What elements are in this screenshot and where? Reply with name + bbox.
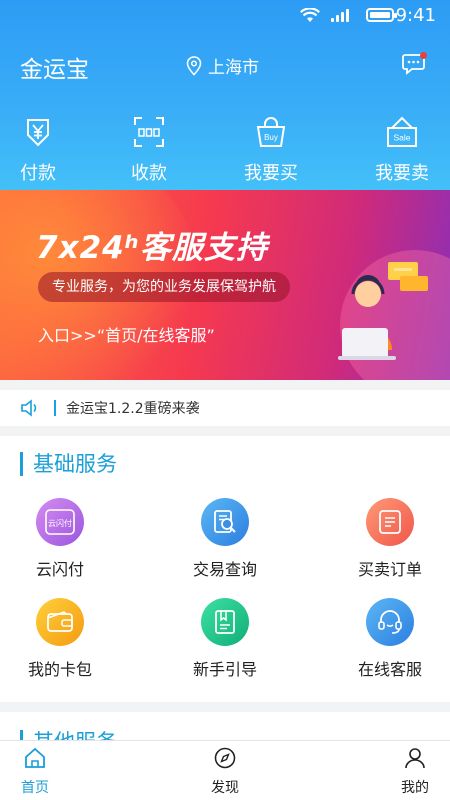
location-label: 上海市 (208, 58, 259, 78)
buy-button[interactable]: Buy 我要买 (231, 115, 311, 185)
service-label: 我的卡包 (27, 660, 92, 679)
tab-home[interactable]: 首页 (0, 747, 70, 797)
service-label: 交易查询 (192, 560, 257, 579)
status-bar: 9:41 (0, 0, 450, 32)
wifi-icon (300, 8, 320, 22)
bottom-tab-bar: 首页 发现 我的 (0, 740, 450, 800)
shopping-bag-icon: Buy (256, 117, 286, 147)
app-title: 金运宝 (20, 57, 89, 83)
customer-service-agent-illustration (338, 262, 428, 360)
location-selector[interactable]: 上海市 (186, 53, 259, 78)
receive-label: 收款 (131, 163, 167, 184)
location-pin-icon (186, 55, 202, 76)
battery-icon (366, 8, 397, 22)
svg-text:云闪付: 云闪付 (48, 518, 72, 528)
basic-services-section: 基础服务 云闪付 云闪付 交易查询 买卖订单 我的卡包 新手引导 在线客服 (0, 436, 450, 702)
service-transaction-query[interactable]: 交易查询 (165, 498, 285, 580)
user-icon (405, 748, 425, 769)
service-beginner-guide[interactable]: 新手引导 (165, 598, 285, 680)
receive-button[interactable]: 收款 (109, 115, 189, 185)
headset-icon (366, 598, 414, 646)
tab-label: 发现 (211, 780, 239, 796)
service-label: 云闪付 (35, 560, 84, 579)
status-time: 9:41 (395, 5, 436, 26)
guide-book-icon (201, 598, 249, 646)
banner-subtitle: 专业服务，为您的业务发展保驾护航 (38, 272, 290, 302)
sell-label: 我要卖 (375, 163, 429, 184)
svg-text:Buy: Buy (264, 133, 278, 142)
service-label: 买卖订单 (357, 560, 422, 579)
announcement-text: 金运宝1.2.2重磅来袭 (66, 401, 200, 417)
service-my-cards[interactable]: 我的卡包 (0, 598, 120, 680)
tab-mine[interactable]: 我的 (380, 747, 450, 797)
home-icon (25, 747, 45, 768)
service-label: 新手引导 (192, 660, 257, 679)
yen-scan-icon (27, 119, 49, 147)
service-label: 在线客服 (357, 660, 422, 679)
service-cloud-pay[interactable]: 云闪付 云闪付 (0, 498, 120, 580)
tab-discover[interactable]: 发现 (190, 747, 260, 797)
wallet-icon (36, 598, 84, 646)
header: 9:41 金运宝 上海市 付款 收款 Buy 我要买 Sale 我要卖 (0, 0, 450, 190)
order-list-icon (366, 498, 414, 546)
cloud-pay-icon: 云闪付 (36, 498, 84, 546)
service-online-support[interactable]: 在线客服 (330, 598, 450, 680)
promo-banner[interactable]: 7x24ʰ客服支持 专业服务，为您的业务发展保驾护航 入口>>“首页/在线客服” (0, 190, 450, 380)
cellular-signal-icon (331, 8, 349, 22)
sale-box-icon: Sale (387, 116, 417, 147)
banner-title: 7x24ʰ客服支持 (36, 230, 268, 266)
pay-button[interactable]: 付款 (0, 115, 78, 185)
tab-label: 我的 (401, 780, 429, 796)
service-trade-orders[interactable]: 买卖订单 (330, 498, 450, 580)
sell-button[interactable]: Sale 我要卖 (362, 115, 442, 185)
announcement-divider (54, 400, 56, 416)
buy-label: 我要买 (244, 163, 298, 184)
search-document-icon (201, 498, 249, 546)
message-icon[interactable] (402, 52, 428, 76)
banner-entry-text: 入口>>“首页/在线客服” (38, 326, 215, 345)
qr-frame-icon (134, 117, 164, 147)
svg-text:Sale: Sale (393, 133, 410, 143)
announcement-bar[interactable]: 金运宝1.2.2重磅来袭 (0, 390, 450, 426)
pay-label: 付款 (20, 163, 56, 184)
compass-icon (214, 747, 236, 769)
tab-label: 首页 (21, 780, 49, 796)
section-title: 基础服务 (20, 452, 117, 476)
speaker-icon (21, 399, 37, 417)
